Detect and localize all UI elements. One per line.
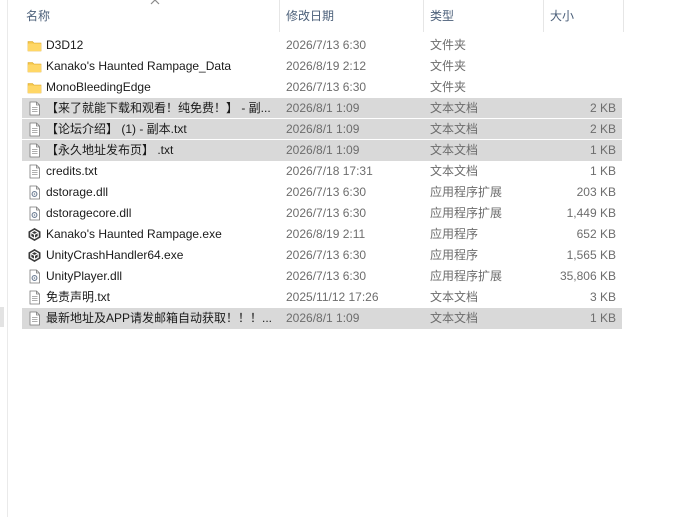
folder-icon bbox=[27, 80, 42, 95]
file-type: 应用程序 bbox=[430, 227, 479, 241]
file-type: 文件夹 bbox=[430, 80, 467, 94]
file-name: 最新地址及APP请发邮箱自动获取！！！... bbox=[46, 311, 273, 325]
file-row[interactable]: 【来了就能下载和观看！纯免费！】 - 副... 2026/8/1 1:09 文本文档… bbox=[22, 98, 622, 119]
file-name: Kanako's Haunted Rampage_Data bbox=[46, 59, 232, 73]
file-name: 【来了就能下载和观看！纯免费！】 - 副... bbox=[46, 101, 271, 115]
file-row[interactable]: Kanako's Haunted Rampage_Data 2026/8/19 2… bbox=[22, 56, 622, 77]
dll-file-icon bbox=[27, 185, 42, 200]
file-type: 文本文档 bbox=[430, 164, 479, 178]
file-row[interactable]: Kanako's Haunted Rampage.exe 2026/8/19 2:… bbox=[22, 224, 622, 245]
text-file-icon bbox=[27, 164, 42, 179]
file-name: 免责声明.txt bbox=[46, 290, 111, 304]
file-date: 2026/8/1 1:09 bbox=[286, 143, 360, 157]
column-header-type[interactable]: 类型 bbox=[424, 0, 543, 32]
file-date: 2026/8/1 1:09 bbox=[286, 101, 360, 115]
column-header-bar: 名称 修改日期 类型 大小 bbox=[8, 0, 693, 32]
file-row[interactable]: MonoBleedingEdge 2026/7/13 6:30 文件夹 bbox=[22, 77, 622, 98]
file-row[interactable]: 免责声明.txt 2025/11/12 17:26 文本文档 3 KB bbox=[22, 287, 622, 308]
file-size: 1,565 KB bbox=[566, 248, 616, 262]
file-row[interactable]: 【论坛介绍】 (1) - 副本.txt 2026/8/1 1:09 文本文档 2 KB bbox=[22, 119, 622, 140]
navigation-pane-edge bbox=[0, 0, 8, 517]
folder-icon bbox=[27, 38, 42, 53]
file-date: 2025/11/12 17:26 bbox=[286, 290, 379, 304]
text-file-icon bbox=[27, 311, 42, 326]
column-header-date[interactable]: 修改日期 bbox=[280, 0, 423, 32]
file-name: 【论坛介绍】 (1) - 副本.txt bbox=[46, 122, 187, 136]
file-date: 2026/8/1 1:09 bbox=[286, 311, 360, 325]
file-type: 文本文档 bbox=[430, 311, 479, 325]
file-type: 应用程序扩展 bbox=[430, 206, 503, 220]
file-size: 1,449 KB bbox=[566, 206, 616, 220]
file-type: 文本文档 bbox=[430, 101, 479, 115]
file-row[interactable]: UnityPlayer.dll 2026/7/13 6:30 应用程序扩展 35,80… bbox=[22, 266, 622, 287]
column-header-name[interactable]: 名称 bbox=[20, 0, 278, 32]
file-date: 2026/8/19 2:11 bbox=[286, 227, 366, 241]
file-date: 2026/8/1 1:09 bbox=[286, 122, 360, 136]
file-type: 应用程序 bbox=[430, 248, 479, 262]
file-name: 【永久地址发布页】 .txt bbox=[46, 143, 174, 157]
file-date: 2026/7/13 6:30 bbox=[286, 248, 367, 262]
file-size: 1 KB bbox=[589, 311, 616, 325]
file-name: dstorage.dll bbox=[46, 185, 109, 199]
text-file-icon bbox=[27, 143, 42, 158]
file-name: UnityCrashHandler64.exe bbox=[46, 248, 184, 262]
text-file-icon bbox=[27, 290, 42, 305]
file-type: 应用程序扩展 bbox=[430, 269, 503, 283]
column-header-size[interactable]: 大小 bbox=[544, 0, 623, 32]
unity-icon bbox=[27, 227, 42, 242]
text-file-icon bbox=[27, 101, 42, 116]
file-type: 文件夹 bbox=[430, 38, 467, 52]
file-list: D3D12 2026/7/13 6:30 文件夹 Kanako's Haunted R… bbox=[22, 35, 622, 329]
file-size: 35,806 KB bbox=[559, 269, 616, 283]
file-type: 文本文档 bbox=[430, 290, 479, 304]
column-divider[interactable] bbox=[623, 0, 624, 32]
file-row[interactable]: credits.txt 2026/7/18 17:31 文本文档 1 KB bbox=[22, 161, 622, 182]
file-size: 3 KB bbox=[589, 290, 616, 304]
file-row[interactable]: dstorage.dll 2026/7/13 6:30 应用程序扩展 203 KB bbox=[22, 182, 622, 203]
file-type: 文本文档 bbox=[430, 122, 479, 136]
file-name: MonoBleedingEdge bbox=[46, 80, 151, 94]
file-size: 652 KB bbox=[576, 227, 616, 241]
file-size: 1 KB bbox=[589, 164, 616, 178]
file-name: dstoragecore.dll bbox=[46, 206, 132, 220]
file-date: 2026/8/19 2:12 bbox=[286, 59, 367, 73]
file-size: 2 KB bbox=[589, 122, 616, 136]
text-file-icon bbox=[27, 122, 42, 137]
file-size: 2 KB bbox=[589, 101, 616, 115]
file-date: 2026/7/18 17:31 bbox=[286, 164, 373, 178]
file-type: 文件夹 bbox=[430, 59, 467, 73]
dll-file-icon bbox=[27, 269, 42, 284]
navigation-pane-marker bbox=[0, 307, 4, 327]
file-date: 2026/7/13 6:30 bbox=[286, 80, 367, 94]
file-row[interactable]: 【永久地址发布页】 .txt 2026/8/1 1:09 文本文档 1 KB bbox=[22, 140, 622, 161]
file-row[interactable]: 最新地址及APP请发邮箱自动获取！！！... 2026/8/1 1:09 文本文档 1… bbox=[22, 308, 622, 329]
file-date: 2026/7/13 6:30 bbox=[286, 38, 367, 52]
file-date: 2026/7/13 6:30 bbox=[286, 269, 367, 283]
file-size: 203 KB bbox=[576, 185, 616, 199]
file-date: 2026/7/13 6:30 bbox=[286, 206, 367, 220]
file-name: Kanako's Haunted Rampage.exe bbox=[46, 227, 222, 241]
file-name: D3D12 bbox=[46, 38, 84, 52]
file-date: 2026/7/13 6:30 bbox=[286, 185, 367, 199]
file-name: UnityPlayer.dll bbox=[46, 269, 123, 283]
file-row[interactable]: UnityCrashHandler64.exe 2026/7/13 6:30 应用程… bbox=[22, 245, 622, 266]
file-type: 应用程序扩展 bbox=[430, 185, 503, 199]
file-name: credits.txt bbox=[46, 164, 98, 178]
folder-icon bbox=[27, 59, 42, 74]
file-row[interactable]: dstoragecore.dll 2026/7/13 6:30 应用程序扩展 1,44… bbox=[22, 203, 622, 224]
file-size: 1 KB bbox=[589, 143, 616, 157]
unity-icon bbox=[27, 248, 42, 263]
dll-file-icon bbox=[27, 206, 42, 221]
file-row[interactable]: D3D12 2026/7/13 6:30 文件夹 bbox=[22, 35, 622, 56]
file-type: 文本文档 bbox=[430, 143, 479, 157]
